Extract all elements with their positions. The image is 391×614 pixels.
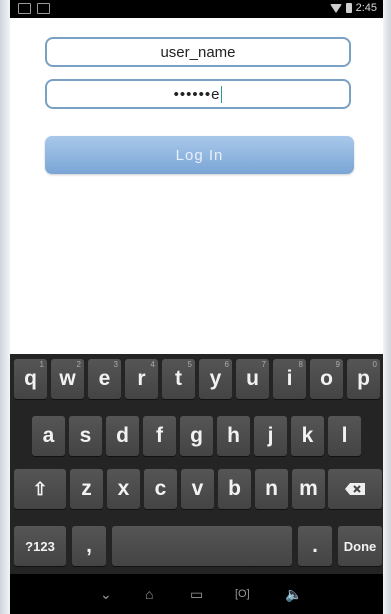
- key-label: c: [154, 477, 167, 500]
- text-cursor: [221, 85, 223, 103]
- key-q[interactable]: q1: [14, 359, 47, 399]
- key-y[interactable]: y6: [199, 359, 232, 399]
- key-number-hint: 9: [335, 360, 340, 369]
- key-number-hint: 5: [187, 360, 192, 369]
- key-a[interactable]: a: [32, 416, 65, 456]
- username-field[interactable]: user_name: [45, 37, 351, 67]
- key-label: u: [246, 367, 259, 390]
- key-label: s: [79, 424, 92, 447]
- key-label: t: [175, 367, 182, 390]
- status-time: 2:45: [355, 2, 377, 14]
- left-bezel: [0, 0, 10, 614]
- key-label: h: [227, 424, 240, 447]
- key-g[interactable]: g: [180, 416, 213, 456]
- image-icon: [37, 3, 50, 14]
- key-label: y: [209, 367, 222, 390]
- key-label: f: [156, 424, 163, 447]
- screenshot-icon[interactable]: [O]: [235, 588, 250, 600]
- shift-key[interactable]: ⇧: [14, 469, 66, 509]
- key-label: z: [81, 477, 92, 500]
- key-label: e: [98, 367, 111, 390]
- key-label: w: [59, 367, 76, 390]
- key-l[interactable]: l: [328, 416, 361, 456]
- key-label: k: [301, 424, 314, 447]
- login-button[interactable]: Log In: [45, 136, 354, 174]
- backspace-icon: [345, 483, 365, 495]
- done-key[interactable]: Done: [338, 526, 382, 566]
- back-icon[interactable]: ⌄: [100, 586, 112, 603]
- key-f[interactable]: f: [143, 416, 176, 456]
- key-label: x: [117, 477, 130, 500]
- key-c[interactable]: c: [144, 469, 177, 509]
- key-label: n: [265, 477, 278, 500]
- soft-keyboard: ?123 , . Done ⇧ q1w2e3r4t5y6u7i8o9p0asdf…: [10, 354, 383, 574]
- space-key[interactable]: [112, 526, 292, 566]
- key-b[interactable]: b: [218, 469, 251, 509]
- password-last-char: e: [211, 85, 221, 103]
- key-label: g: [190, 424, 203, 447]
- right-bezel: [383, 0, 391, 614]
- key-u[interactable]: u7: [236, 359, 269, 399]
- wifi-icon: [329, 3, 342, 13]
- backspace-key[interactable]: [328, 469, 382, 509]
- key-d[interactable]: d: [106, 416, 139, 456]
- key-label: l: [341, 424, 348, 447]
- key-number-hint: 6: [224, 360, 229, 369]
- key-o[interactable]: o9: [310, 359, 343, 399]
- key-z[interactable]: z: [70, 469, 103, 509]
- password-value: ••••••: [173, 85, 212, 103]
- battery-icon: [345, 3, 352, 13]
- notification-icon: [18, 3, 31, 14]
- key-number-hint: 4: [150, 360, 155, 369]
- key-label: d: [116, 424, 129, 447]
- key-number-hint: 0: [372, 360, 377, 369]
- key-i[interactable]: i8: [273, 359, 306, 399]
- key-label: v: [191, 477, 204, 500]
- key-label: a: [42, 424, 55, 447]
- key-t[interactable]: t5: [162, 359, 195, 399]
- shift-icon: ⇧: [32, 478, 48, 499]
- key-label: o: [320, 367, 333, 390]
- key-label: r: [137, 367, 146, 390]
- home-icon[interactable]: ⌂: [145, 586, 153, 602]
- key-s[interactable]: s: [69, 416, 102, 456]
- key-e[interactable]: e3: [88, 359, 121, 399]
- key-p[interactable]: p0: [347, 359, 380, 399]
- recent-apps-icon[interactable]: ▭: [190, 586, 203, 603]
- key-label: b: [228, 477, 241, 500]
- login-screen: user_name •••••• e Log In: [10, 18, 383, 354]
- key-w[interactable]: w2: [51, 359, 84, 399]
- key-j[interactable]: j: [254, 416, 287, 456]
- key-v[interactable]: v: [181, 469, 214, 509]
- key-number-hint: 8: [298, 360, 303, 369]
- key-number-hint: 1: [39, 360, 44, 369]
- key-label: j: [267, 424, 274, 447]
- period-key[interactable]: .: [298, 526, 332, 566]
- comma-key[interactable]: ,: [72, 526, 106, 566]
- key-number-hint: 7: [261, 360, 266, 369]
- key-label: q: [24, 367, 37, 390]
- key-r[interactable]: r4: [125, 359, 158, 399]
- navigation-bar: ⌄ ⌂ ▭ [O] 🔈: [10, 574, 383, 614]
- key-x[interactable]: x: [107, 469, 140, 509]
- volume-icon[interactable]: 🔈: [285, 586, 302, 603]
- key-n[interactable]: n: [255, 469, 288, 509]
- key-h[interactable]: h: [217, 416, 250, 456]
- key-m[interactable]: m: [292, 469, 325, 509]
- phone-screen: 2:45 user_name •••••• e Log In ?123 , . D…: [0, 0, 391, 614]
- key-number-hint: 2: [76, 360, 81, 369]
- key-k[interactable]: k: [291, 416, 324, 456]
- key-label: p: [357, 367, 370, 390]
- password-field[interactable]: •••••• e: [45, 79, 351, 109]
- key-number-hint: 3: [113, 360, 118, 369]
- username-value: user_name: [160, 43, 236, 61]
- key-label: i: [286, 367, 293, 390]
- key-label: m: [299, 477, 318, 500]
- status-bar: 2:45: [10, 0, 383, 18]
- symbols-key[interactable]: ?123: [14, 526, 66, 566]
